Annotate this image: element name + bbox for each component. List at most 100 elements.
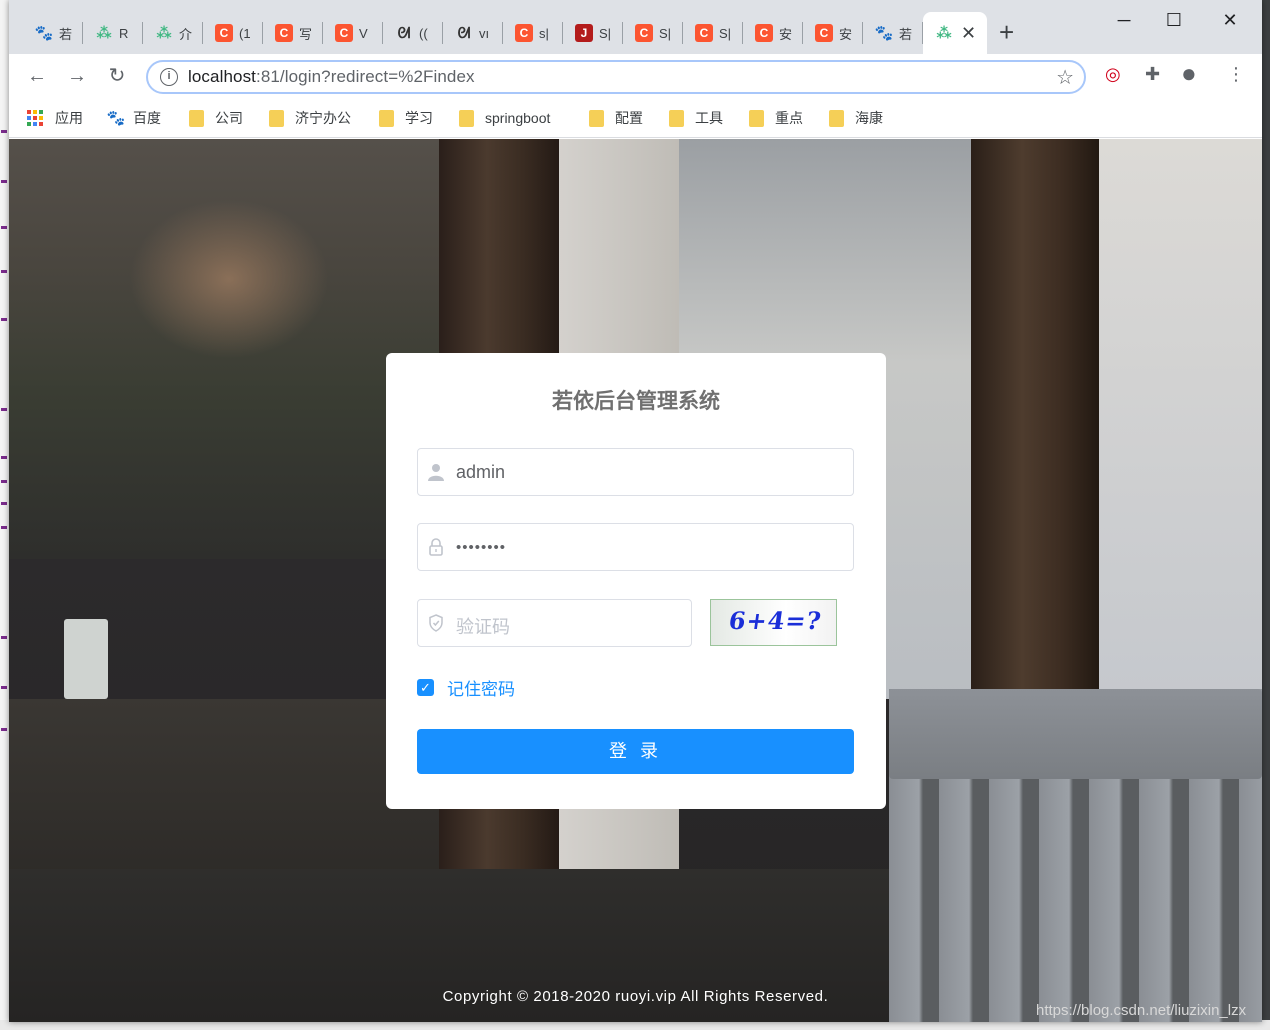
bookmark-item[interactable]: 应用 — [27, 108, 83, 128]
url-text[interactable]: localhost:81/login?redirect=%2Findex — [188, 67, 475, 87]
browser-tab[interactable]: ᘛ (( — [383, 12, 443, 54]
remember-me[interactable]: ✓ 记住密码 — [417, 675, 515, 700]
vuepress-icon: ᘛ — [397, 24, 411, 42]
background-sky-glow — [129, 199, 329, 359]
close-window-button[interactable]: ✕ — [1207, 6, 1253, 34]
bookmarks-bar: 应用 🐾 百度 公司 济宁办公 学习 springboot 配置 工具 重点 海康 — [9, 98, 1262, 138]
csdn-icon: C — [275, 24, 293, 42]
bookmark-label: 济宁办公 — [295, 110, 351, 126]
browser-tab[interactable]: Cs| — [503, 12, 563, 54]
browser-tab[interactable]: ⁂ 介 — [143, 12, 203, 54]
url-host: localhost — [188, 67, 256, 86]
back-button[interactable]: ← — [23, 62, 51, 90]
tab-title: 若 — [899, 26, 913, 42]
tab-title: V — [359, 25, 368, 41]
csdn-icon: C — [755, 24, 773, 42]
browser-tab[interactable]: CV — [323, 12, 383, 54]
maximize-button[interactable]: ☐ — [1151, 6, 1197, 34]
bookmark-label: springboot — [485, 110, 551, 126]
minimize-button[interactable]: ─ — [1101, 6, 1147, 34]
leaf-icon: ⁂ — [156, 25, 172, 42]
browser-tab[interactable]: C安 — [743, 12, 803, 54]
browser-tab[interactable]: C写 — [263, 12, 323, 54]
bookmark-label: 百度 — [133, 110, 161, 126]
info-icon[interactable]: i — [160, 68, 178, 86]
bookmark-label: 配置 — [615, 110, 643, 126]
tab-strip: 🐾 若 ⁂ R ⁂ 介 C (1 C 写 C V ᘛ((ᘛ vı Cs| J S| C S| C S| C 安 C 安 🐾 若 ⁂ ✕ … — [9, 0, 1262, 54]
user-icon — [428, 464, 444, 481]
baidu-icon: 🐾 — [874, 25, 894, 42]
tab-title: 安 — [779, 26, 793, 42]
browser-tab[interactable]: J S| — [563, 12, 623, 54]
menu-icon[interactable]: ⋮ — [1227, 64, 1245, 85]
reload-button[interactable]: ↻ — [103, 62, 131, 90]
bookmark-star-icon[interactable]: ☆ — [1056, 65, 1074, 90]
folder-icon — [189, 109, 204, 127]
csdn-icon: C — [695, 24, 713, 42]
leaf-icon: ⁂ — [936, 25, 952, 42]
captcha-input[interactable]: 验证码 — [456, 613, 510, 639]
forward-button[interactable]: → — [63, 62, 91, 90]
browser-tab[interactable]: C (1 — [203, 12, 263, 54]
browser-tab[interactable]: C S| — [623, 12, 683, 54]
blog-watermark: https://blog.csdn.net/liuzixin_lzx — [1036, 1002, 1247, 1019]
background-wall — [1099, 139, 1262, 699]
tab-title: (( — [419, 25, 428, 41]
csdn-icon: C — [335, 24, 353, 42]
bookmark-item[interactable]: 重点 — [749, 108, 803, 128]
baidu-icon: 🐾 — [34, 25, 54, 42]
captcha-image[interactable]: 6+4=? — [710, 599, 837, 646]
bookmark-item[interactable]: 海康 — [829, 108, 883, 128]
browser-tab[interactable]: C安 — [803, 12, 863, 54]
csdn-icon: C — [515, 24, 533, 42]
browser-tab[interactable]: 🐾 若 — [863, 12, 923, 54]
browser-tab[interactable]: ⁂ R — [83, 12, 143, 54]
csdn-icon: C — [815, 24, 833, 42]
bookmark-item[interactable]: 公司 — [189, 108, 243, 128]
bookmark-item[interactable]: 工具 — [669, 108, 723, 128]
tab-title: S| — [659, 25, 672, 41]
background-cup — [64, 619, 108, 699]
browser-tab[interactable]: ᘛ vı — [443, 12, 503, 54]
baidu-icon: 🐾 — [106, 110, 126, 127]
browser-window: 🐾 若 ⁂ R ⁂ 介 C (1 C 写 C V ᘛ((ᘛ vı Cs| J S| C S| C S| C 安 C 安 🐾 若 ⁂ ✕ … — [9, 0, 1262, 1022]
bookmark-label: 学习 — [405, 110, 433, 126]
login-button[interactable]: 登 录 — [417, 729, 854, 774]
browser-tab[interactable]: C S| — [683, 12, 743, 54]
profile-avatar-icon[interactable]: ● — [1181, 58, 1197, 89]
csdn-icon: C — [635, 24, 653, 42]
password-field[interactable]: •••••••• — [417, 523, 854, 571]
bookmark-item[interactable]: 学习 — [379, 108, 433, 128]
remember-label[interactable]: 记住密码 — [447, 675, 515, 700]
bookmark-item[interactable]: 配置 — [589, 108, 643, 128]
extension-icon[interactable]: ◎ — [1105, 64, 1121, 85]
folder-icon — [589, 109, 604, 127]
login-title: 若依后台管理系统 — [552, 390, 720, 413]
bookmark-item[interactable]: 🐾 百度 — [107, 108, 161, 128]
address-bar[interactable]: i localhost:81/login?redirect=%2Findex ☆ — [146, 60, 1086, 94]
username-field[interactable]: admin — [417, 448, 854, 496]
tab-title: vı — [479, 25, 490, 41]
tab-title: 安 — [839, 26, 853, 42]
password-input[interactable]: •••••••• — [456, 539, 506, 556]
shield-icon — [429, 614, 443, 632]
username-input[interactable]: admin — [456, 462, 505, 483]
remember-checkbox[interactable]: ✓ — [417, 679, 434, 696]
background-chair-back — [889, 689, 1262, 779]
tab-close-icon[interactable]: ✕ — [961, 23, 976, 44]
browser-tab[interactable]: 🐾 若 — [23, 12, 83, 54]
screenshot: 🐾 若 ⁂ R ⁂ 介 C (1 C 写 C V ᘛ((ᘛ vı Cs| J S| C S| C S| C 安 C 安 🐾 若 ⁂ ✕ … — [0, 0, 1270, 1030]
bookmark-label: 应用 — [55, 110, 83, 126]
bookmark-item[interactable]: 济宁办公 — [269, 108, 351, 128]
login-form: 若依后台管理系统 admin •••••••• 验证码 6+4=? ✓ 记住密码… — [386, 353, 886, 809]
bookmark-item[interactable]: springboot — [459, 108, 550, 128]
captcha-text: 6+4=? — [726, 606, 824, 635]
folder-icon — [669, 109, 684, 127]
captcha-field[interactable]: 验证码 — [417, 599, 692, 647]
new-tab-button[interactable]: + — [999, 18, 1014, 46]
browser-tab[interactable]: ⁂ ✕ — [923, 12, 987, 54]
browser-toolbar: ← → ↻ i localhost:81/login?redirect=%2Fi… — [9, 54, 1262, 98]
tab-title: S| — [719, 25, 732, 41]
apps-icon — [27, 110, 43, 126]
extensions-puzzle-icon[interactable]: ✚ — [1145, 64, 1160, 85]
